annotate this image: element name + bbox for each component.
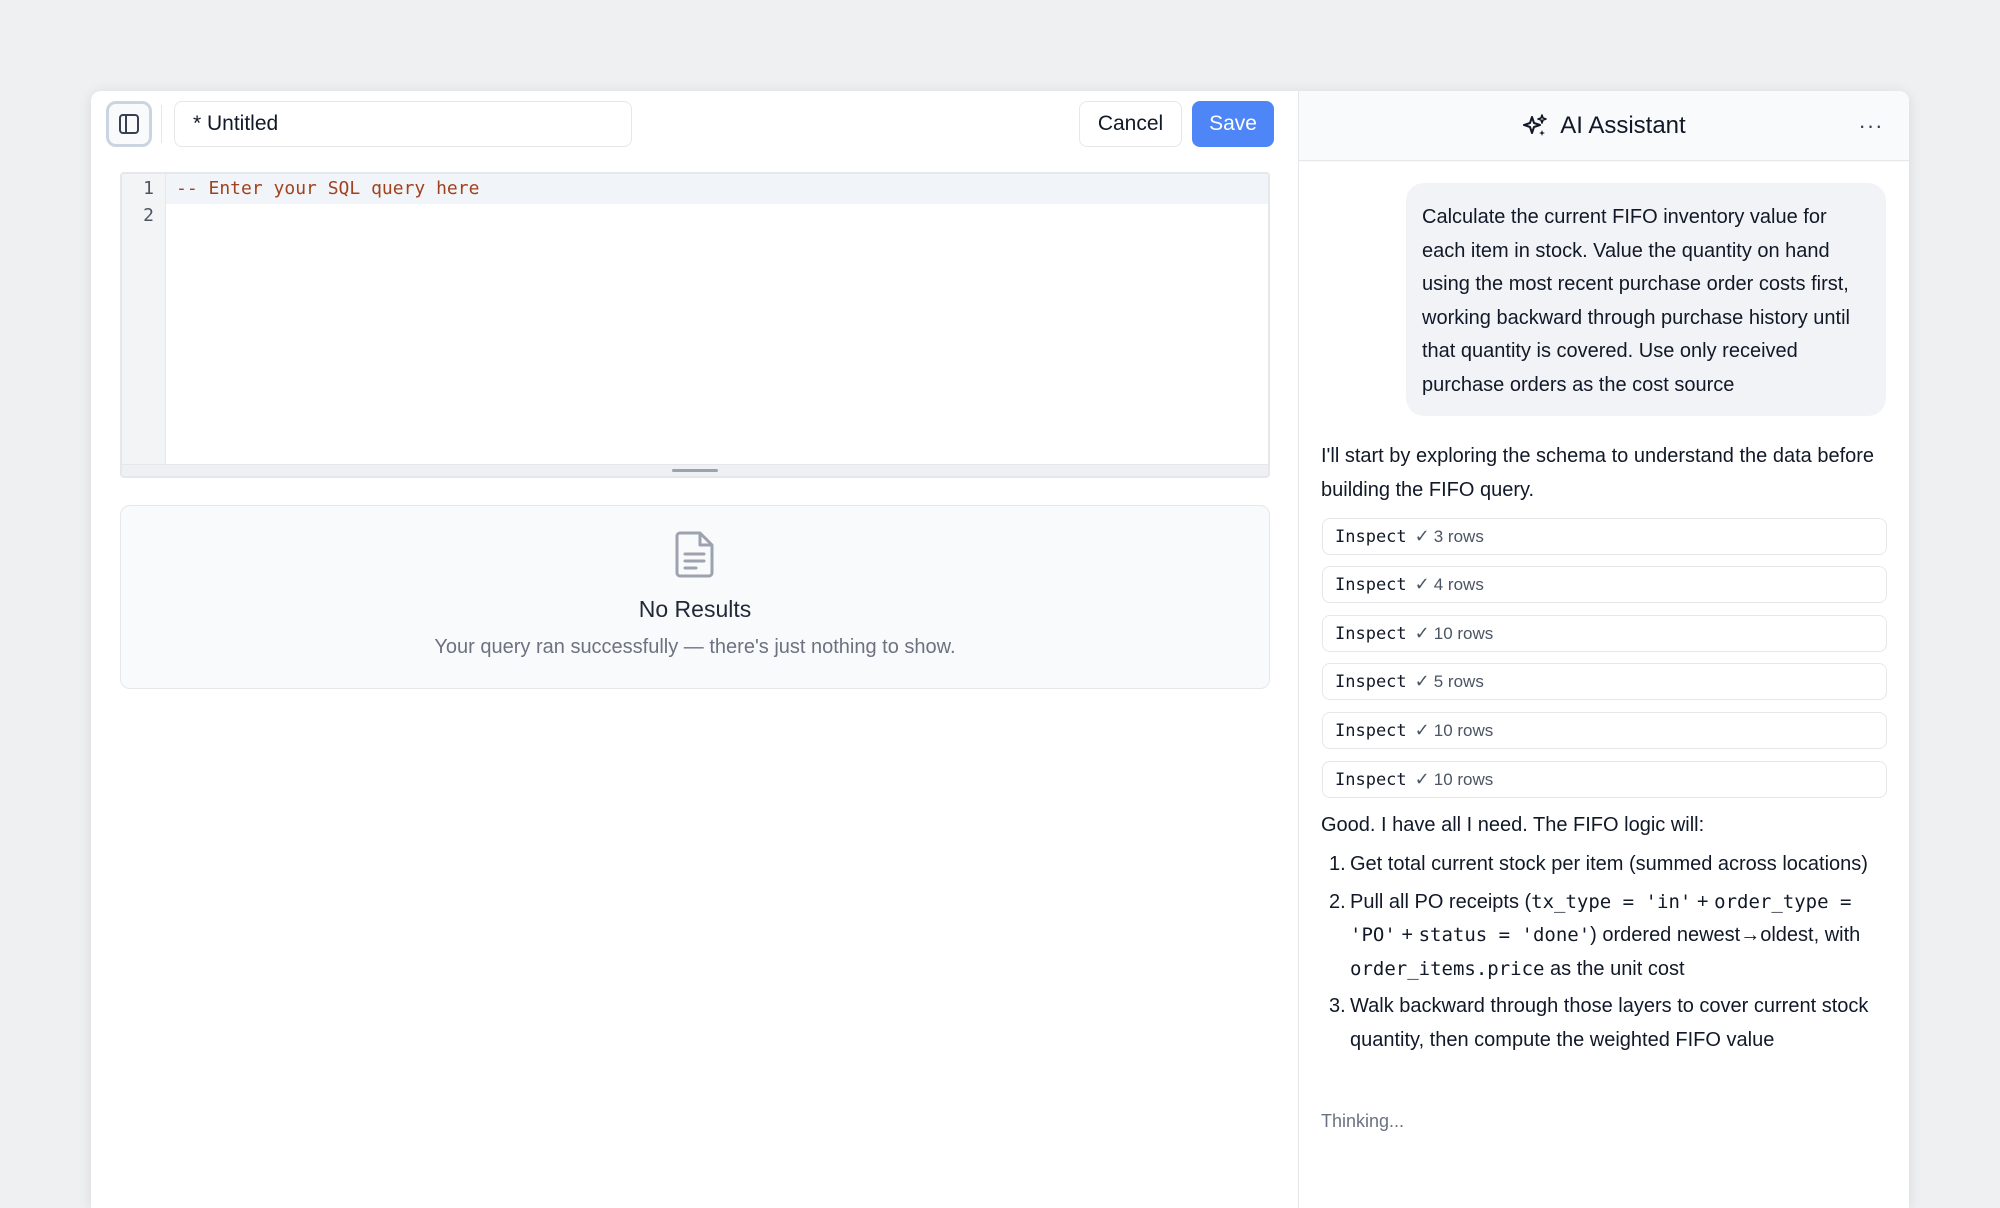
tool-call-row[interactable]: Inspect ✓ 10 rows bbox=[1322, 761, 1887, 798]
plan-step: 2. Pull all PO receipts (tx_type = 'in' … bbox=[1321, 886, 1887, 987]
cancel-button[interactable]: Cancel bbox=[1079, 101, 1182, 147]
tool-call-row[interactable]: Inspect ✓ 3 rows bbox=[1322, 518, 1887, 555]
tool-name: Inspect bbox=[1335, 574, 1407, 595]
tool-result: 10 rows bbox=[1433, 720, 1494, 740]
tool-result: 3 rows bbox=[1433, 526, 1484, 546]
inline-code: status = 'done' bbox=[1418, 924, 1591, 946]
plan-step: 1. Get total current stock per item (sum… bbox=[1321, 848, 1887, 882]
tool-name: Inspect bbox=[1335, 623, 1407, 644]
editor-resize-bar[interactable] bbox=[122, 464, 1268, 476]
sparkles-icon bbox=[1523, 114, 1548, 136]
step-text: Get total current stock per item (summed… bbox=[1350, 853, 1868, 875]
resize-handle[interactable] bbox=[672, 469, 718, 472]
results-panel: No Results Your query ran successfully —… bbox=[120, 505, 1270, 689]
query-title-input[interactable] bbox=[174, 101, 632, 147]
check-icon: ✓ bbox=[1414, 769, 1430, 789]
line-number: 2 bbox=[143, 205, 154, 226]
tool-name: Inspect bbox=[1335, 671, 1407, 692]
check-icon: ✓ bbox=[1414, 623, 1430, 643]
tool-call-row[interactable]: Inspect ✓ 5 rows bbox=[1322, 663, 1887, 700]
step-number: 1. bbox=[1329, 853, 1346, 875]
plan-list: 1. Get total current stock per item (sum… bbox=[1321, 848, 1887, 1061]
tool-result: 5 rows bbox=[1433, 671, 1484, 691]
step-text: as the unit cost bbox=[1544, 957, 1685, 980]
line-number: 1 bbox=[143, 178, 154, 199]
tool-result: 10 rows bbox=[1433, 769, 1494, 789]
step-number: 3. bbox=[1329, 995, 1346, 1017]
results-title: No Results bbox=[638, 596, 752, 622]
tool-name: Inspect bbox=[1335, 526, 1407, 547]
editor-toolbar: Cancel Save bbox=[91, 91, 1298, 161]
sidebar-toggle-button[interactable] bbox=[106, 101, 152, 147]
sql-editor[interactable]: 1 2 -- Enter your SQL query here bbox=[120, 172, 1270, 478]
check-icon: ✓ bbox=[1414, 574, 1430, 594]
tool-name: Inspect bbox=[1335, 720, 1407, 741]
assistant-message: I'll start by exploring the schema to un… bbox=[1321, 445, 1875, 501]
sidebar-panel-icon bbox=[119, 114, 139, 134]
tool-call-row[interactable]: Inspect ✓ 10 rows bbox=[1322, 615, 1887, 652]
plan-step: 3. Walk backward through those layers to… bbox=[1321, 990, 1887, 1057]
more-options-button[interactable]: ··· bbox=[1855, 111, 1887, 141]
thinking-status: Thinking... bbox=[1321, 1111, 1405, 1131]
check-icon: ✓ bbox=[1414, 526, 1430, 546]
step-text: ) ordered newest→oldest, with bbox=[1590, 924, 1861, 946]
results-subtitle: Your query ran successfully — there's ju… bbox=[434, 636, 956, 658]
tool-result: 4 rows bbox=[1433, 574, 1484, 594]
step-text: Walk backward through those layers to co… bbox=[1350, 995, 1869, 1051]
check-icon: ✓ bbox=[1414, 671, 1430, 691]
tool-result: 10 rows bbox=[1433, 623, 1494, 643]
assistant-header: AI Assistant ··· bbox=[1299, 91, 1909, 161]
step-text: + bbox=[1691, 890, 1715, 913]
code-line[interactable]: -- Enter your SQL query here bbox=[176, 178, 479, 199]
ellipsis-icon: ··· bbox=[1858, 113, 1884, 138]
step-number: 2. bbox=[1329, 890, 1346, 913]
editor-pane: Cancel Save 1 2 -- Enter your SQL query … bbox=[91, 91, 1298, 1208]
check-icon: ✓ bbox=[1414, 720, 1430, 740]
assistant-message: Good. I have all I need. The FIFO logic … bbox=[1321, 814, 1705, 836]
toolbar-divider bbox=[161, 105, 162, 143]
assistant-title: AI Assistant bbox=[1560, 112, 1686, 139]
tool-name: Inspect bbox=[1335, 769, 1407, 790]
inline-code: tx_type = 'in' bbox=[1531, 890, 1692, 913]
step-text: Pull all PO receipts ( bbox=[1350, 890, 1532, 913]
tool-call-row[interactable]: Inspect ✓ 4 rows bbox=[1322, 566, 1887, 603]
save-button[interactable]: Save bbox=[1192, 101, 1274, 147]
inline-code: order_items.price bbox=[1350, 957, 1545, 980]
document-icon bbox=[674, 530, 716, 583]
user-message-bubble: Calculate the current FIFO inventory val… bbox=[1406, 183, 1886, 416]
step-text: + bbox=[1395, 924, 1419, 946]
tool-call-row[interactable]: Inspect ✓ 10 rows bbox=[1322, 712, 1887, 749]
